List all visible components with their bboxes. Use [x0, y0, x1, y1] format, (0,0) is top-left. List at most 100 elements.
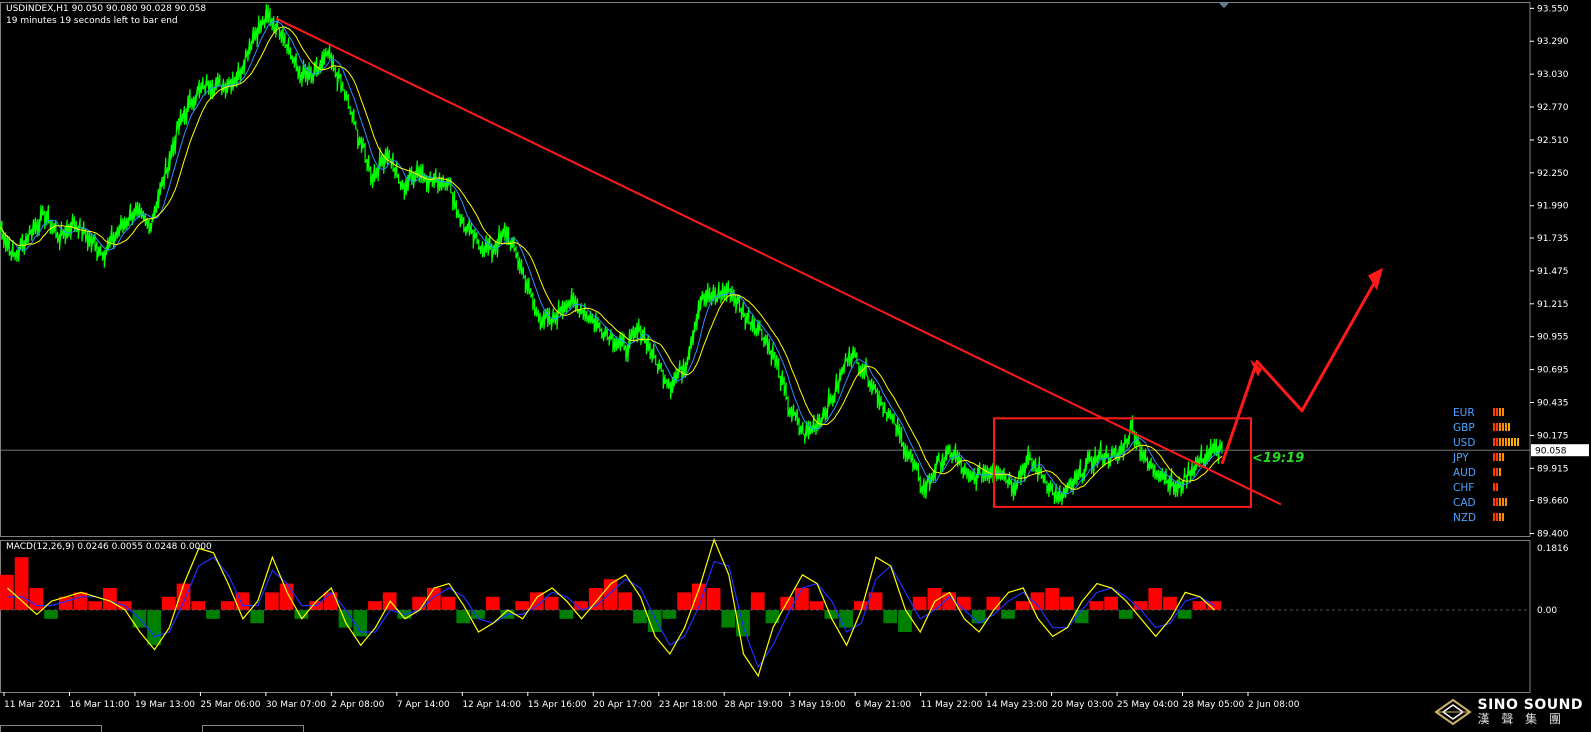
macd-bar [765, 610, 780, 624]
strength-bar [1502, 408, 1504, 416]
x-tick-label: 7 Apr 14:00 [397, 700, 450, 710]
x-tick-label: 3 May 19:00 [790, 700, 846, 710]
projection-arrow-path [1220, 272, 1382, 465]
diamond-logo-icon [1433, 698, 1472, 726]
y-tick-label: 89.400 [1537, 529, 1569, 539]
macd-bar [368, 601, 382, 610]
currency-row: CHF [1453, 482, 1499, 494]
strength-bar [1493, 498, 1495, 506]
strength-bar [1508, 438, 1510, 446]
strength-bar [1502, 423, 1504, 431]
currency-name: JPY [1453, 452, 1469, 464]
macd-bar [795, 588, 809, 610]
x-tick-label: 12 Apr 14:00 [462, 700, 521, 710]
macd-bar [883, 610, 898, 624]
brand-logo: SINO SOUND 漢 聲 集 團 [1433, 698, 1583, 726]
strength-bar [1505, 498, 1507, 506]
x-tick-label: 11 May 22:00 [921, 700, 983, 710]
macd-bar [750, 592, 765, 610]
currency-row: USD [1453, 437, 1520, 449]
strength-bar [1496, 468, 1498, 476]
macd-bar [441, 596, 456, 610]
y-tick-label: 89.915 [1537, 464, 1569, 474]
x-tick-label: 16 Mar 11:00 [69, 700, 129, 710]
macd-label: MACD(12,26,9) 0.0246 0.0055 0.0248 0.000… [6, 542, 212, 552]
strength-bar [1508, 423, 1510, 431]
y-tick-label: 90.955 [1537, 333, 1569, 343]
macd-bar [618, 592, 633, 610]
macd-bar [44, 610, 58, 619]
x-tick-label: 23 Apr 18:00 [659, 700, 718, 710]
macd-bar [986, 596, 1001, 610]
strength-bar [1502, 513, 1504, 521]
x-tick-label: 20 May 03:00 [1052, 700, 1114, 710]
strength-bar [1493, 468, 1495, 476]
currency-name: AUD [1453, 467, 1476, 479]
macd-bar [1163, 596, 1177, 610]
chart-tab-1[interactable] [0, 725, 102, 732]
price-line [0, 3, 1223, 506]
y-tick-label: 93.550 [1537, 4, 1569, 14]
strength-bar [1499, 408, 1501, 416]
y-tick-label: 91.475 [1537, 267, 1569, 277]
macd-top-label: 0.1816 [1537, 544, 1569, 554]
strength-bar [1502, 498, 1504, 506]
macd-bar [662, 610, 677, 619]
strength-bar [1496, 453, 1498, 461]
x-tick-label: 14 May 23:00 [986, 700, 1048, 710]
strength-bar [1499, 438, 1501, 446]
x-tick-label: 2 Jun 08:00 [1248, 700, 1300, 710]
strength-bar [1496, 423, 1498, 431]
macd-bar [191, 601, 206, 610]
y-tick-label: 91.735 [1537, 234, 1569, 244]
strength-bar [1493, 423, 1495, 431]
strength-bar [1496, 483, 1498, 491]
x-tick-label: 25 May 04:00 [1117, 700, 1179, 710]
strength-bar [1505, 423, 1507, 431]
macd-bar [559, 610, 574, 619]
x-tick-label: 25 Mar 06:00 [200, 700, 260, 710]
currency-name: CAD [1453, 497, 1476, 509]
macd-bar [73, 592, 88, 610]
macd-bar [1001, 610, 1015, 619]
macd-bar [338, 610, 353, 628]
x-tick-label: 15 Apr 16:00 [528, 700, 587, 710]
macd-bar [1177, 610, 1192, 619]
strength-bar [1496, 513, 1498, 521]
macd-bar [29, 588, 44, 610]
macd-bar [1148, 588, 1163, 610]
y-tick-label: 93.030 [1537, 70, 1569, 80]
currency-row: JPY [1453, 452, 1505, 464]
macd-bar [1015, 601, 1030, 610]
currency-row: GBP [1453, 422, 1511, 434]
strength-bar [1493, 453, 1495, 461]
macd-bar [677, 592, 691, 610]
y-tick-label: 92.510 [1537, 136, 1569, 146]
annotation-layer: <19:19 [275, 17, 1383, 508]
currency-name: NZD [1453, 512, 1477, 524]
y-tick-label: 89.660 [1537, 497, 1569, 507]
strength-bar [1499, 513, 1501, 521]
macd-bar [426, 588, 441, 610]
macd-bar [706, 588, 721, 610]
y-tick-label: 90.175 [1537, 431, 1569, 441]
chart-tab-2[interactable] [202, 725, 304, 732]
macd-bar [898, 610, 912, 632]
brand-subtitle: 漢 聲 集 團 [1477, 712, 1565, 726]
strength-bar [1493, 438, 1495, 446]
strength-bar [1499, 498, 1501, 506]
strength-bar [1499, 423, 1501, 431]
macd-bar [279, 583, 294, 610]
x-tick-label: 19 Mar 13:00 [135, 700, 195, 710]
y-tick-label: 92.250 [1537, 169, 1569, 179]
macd-bar [515, 601, 530, 610]
macd-bar [250, 610, 265, 624]
x-tick-label: 11 Mar 2021 [4, 700, 61, 710]
currency-name: EUR [1453, 407, 1475, 419]
macd-bar [956, 596, 971, 610]
x-tick-label: 20 Apr 17:00 [593, 700, 652, 710]
macd-bar [809, 601, 824, 610]
strength-bar [1514, 438, 1516, 446]
macd-bar [1118, 610, 1133, 619]
macd-bar [147, 610, 161, 646]
